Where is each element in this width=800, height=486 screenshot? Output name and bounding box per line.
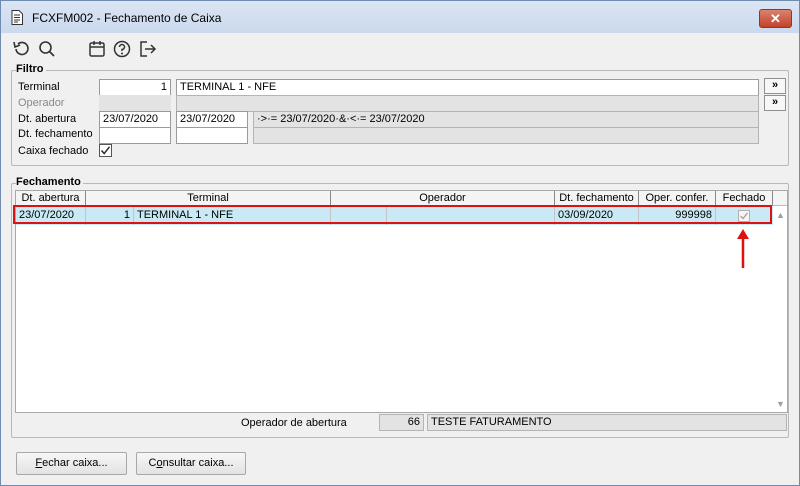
cell-terminal-name: TERMINAL 1 - NFE (134, 207, 331, 225)
expand-button-2[interactable]: » (764, 95, 786, 111)
fechar-caixa-label: echar caixa... (42, 457, 108, 469)
document-icon (11, 10, 23, 25)
cell-oper-confer: 999998 (639, 207, 716, 225)
title-bar: FCXFM002 - Fechamento de Caixa ✕ (1, 1, 799, 33)
scroll-up-icon[interactable]: ▲ (776, 210, 785, 220)
cell-dt-fechamento: 03/09/2020 (555, 207, 639, 225)
help-icon[interactable] (112, 39, 132, 59)
column-header-terminal[interactable]: Terminal (86, 191, 331, 206)
red-arrow-annotation (735, 228, 751, 270)
terminal-name-field[interactable]: TERMINAL 1 - NFE (176, 79, 759, 96)
caixa-fechado-label: Caixa fechado (18, 145, 89, 157)
operador-name-field (176, 95, 759, 112)
fechar-caixa-button[interactable]: Fechar caixa... (16, 452, 127, 475)
grid-header: Dt. abertura Terminal Operador Dt. fecha… (16, 191, 787, 206)
filter-group-title: Filtro (16, 63, 46, 75)
consultar-caixa-label: nsultar caixa... (162, 457, 234, 469)
dt-fechamento-from-input[interactable] (99, 127, 171, 144)
operador-abertura-code: 66 (379, 414, 424, 431)
exit-icon[interactable] (138, 39, 158, 59)
double-chevron-right-icon: » (771, 96, 779, 108)
cell-operador-code (331, 207, 387, 225)
terminal-code-input[interactable]: 1 (99, 79, 171, 96)
column-header-oper-confer[interactable]: Oper. confer. (639, 191, 716, 206)
operador-label: Operador (18, 97, 65, 109)
double-chevron-right-icon: » (771, 79, 779, 91)
dt-fechamento-label: Dt. fechamento (18, 128, 93, 140)
cell-fechado (716, 207, 773, 225)
undo-icon[interactable] (11, 39, 31, 59)
dt-fechamento-expression (253, 127, 759, 144)
dt-abertura-to-input[interactable]: 23/07/2020 (176, 111, 248, 128)
dt-fechamento-to-input[interactable] (176, 127, 248, 144)
close-icon: ✕ (770, 11, 781, 26)
checkmark-icon (740, 212, 748, 220)
calendar-icon[interactable] (87, 39, 107, 59)
operador-code-input[interactable] (99, 95, 171, 112)
checkmark-icon (100, 146, 111, 155)
column-header-dt-abertura[interactable]: Dt. abertura (16, 191, 86, 206)
fechamento-grid[interactable]: Dt. abertura Terminal Operador Dt. fecha… (15, 190, 788, 413)
dt-abertura-from-input[interactable]: 23/07/2020 (99, 111, 171, 128)
consultar-caixa-button[interactable]: Consultar caixa... (136, 452, 246, 475)
dt-abertura-expression: ·>·= 23/07/2020·&·<·= 23/07/2020 (253, 111, 759, 128)
caixa-fechado-checkbox[interactable] (99, 144, 112, 157)
expand-button-1[interactable]: » (764, 78, 786, 94)
fechado-checkbox[interactable] (738, 210, 750, 222)
terminal-label: Terminal (18, 81, 60, 93)
main-window: FCXFM002 - Fechamento de Caixa ✕ Filtro … (0, 0, 800, 486)
fechamento-group-title: Fechamento (16, 176, 83, 188)
close-button[interactable]: ✕ (759, 9, 792, 28)
column-header-fechado[interactable]: Fechado (716, 191, 773, 206)
column-header-operador[interactable]: Operador (331, 191, 555, 206)
operador-abertura-label: Operador de abertura (241, 417, 347, 429)
table-row[interactable]: 23/07/2020 1 TERMINAL 1 - NFE 03/09/2020… (16, 207, 773, 225)
dt-abertura-label: Dt. abertura (18, 113, 77, 125)
search-icon[interactable] (37, 39, 57, 59)
cell-dt-abertura: 23/07/2020 (16, 207, 86, 225)
window-title: FCXFM002 - Fechamento de Caixa (32, 11, 222, 25)
operador-abertura-name: TESTE FATURAMENTO (427, 414, 787, 431)
column-header-dt-fechamento[interactable]: Dt. fechamento (555, 191, 639, 206)
cell-terminal-code: 1 (86, 207, 134, 225)
cell-operador-name (387, 207, 555, 225)
scroll-down-icon[interactable]: ▼ (776, 399, 785, 409)
